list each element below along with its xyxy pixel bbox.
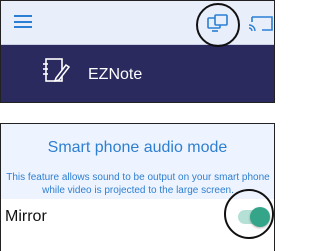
mirror-toggle[interactable] bbox=[238, 207, 270, 227]
app-list-item[interactable]: EZNote bbox=[1, 45, 274, 103]
panel-title: Smart phone audio mode bbox=[47, 139, 228, 156]
mirror-screen-icon[interactable] bbox=[207, 13, 229, 33]
app-toolbar bbox=[1, 1, 274, 47]
note-edit-icon bbox=[43, 58, 71, 83]
app-panel: EZNote bbox=[0, 0, 275, 103]
hamburger-icon[interactable] bbox=[14, 15, 32, 28]
mirror-setting-row: Mirror bbox=[1, 189, 274, 251]
mirror-label: Mirror bbox=[5, 208, 47, 225]
cast-icon[interactable] bbox=[248, 14, 274, 34]
audio-mode-panel: Smart phone audio mode This feature allo… bbox=[0, 123, 275, 251]
panel-description: This feature allows sound to be output o… bbox=[6, 172, 270, 196]
app-name: EZNote bbox=[88, 66, 143, 83]
screenshot-canvas: EZNote Smart phone audio mode This featu… bbox=[0, 0, 275, 251]
toggle-knob[interactable] bbox=[250, 207, 270, 227]
